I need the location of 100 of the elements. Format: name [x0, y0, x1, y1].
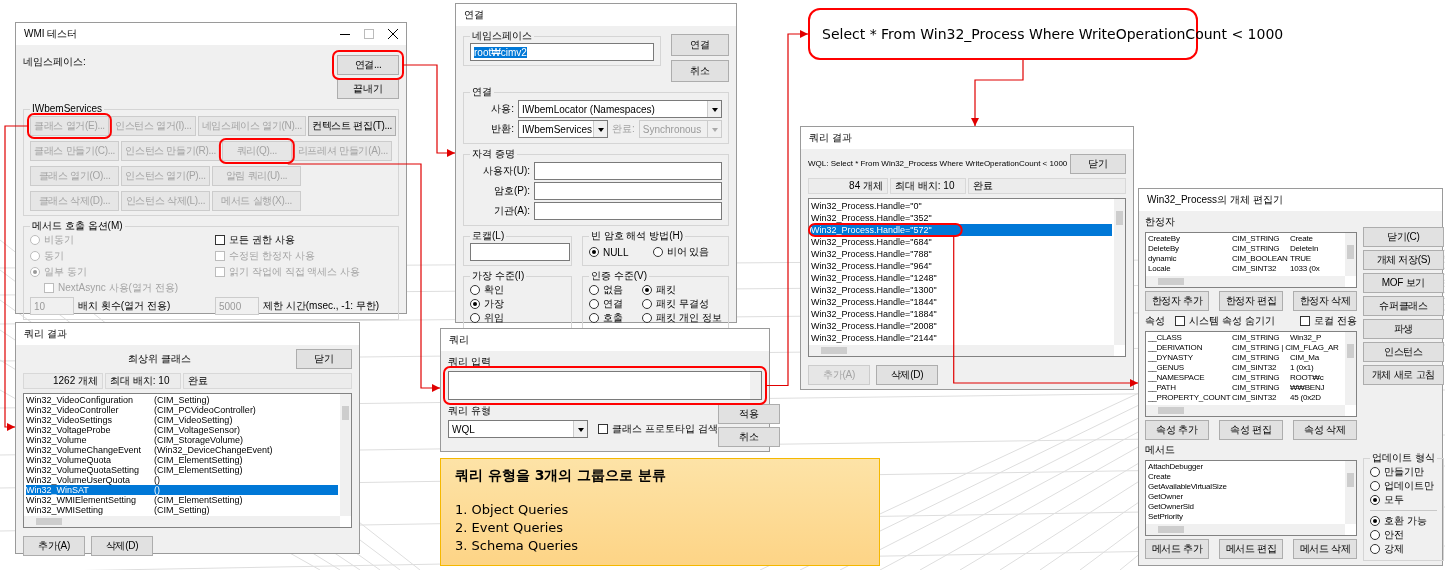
radio-button[interactable]: [642, 313, 653, 323]
scrollbar[interactable]: [1146, 524, 1345, 535]
radio-button[interactable]: [588, 299, 599, 309]
scrollbar[interactable]: [1345, 461, 1356, 524]
text-field[interactable]: [534, 202, 722, 220]
dialog-button[interactable]: 취소: [671, 60, 729, 82]
list-item[interactable]: Win32_Process.Handle="0": [811, 200, 1112, 212]
radio-button[interactable]: [470, 285, 480, 295]
dialog-button[interactable]: 개체 새로 고침: [1363, 365, 1444, 385]
dialog-button[interactable]: 한정자 추가: [1145, 291, 1209, 311]
list-item[interactable]: Win32_WinSAT (): [26, 485, 338, 495]
radio-button[interactable]: [588, 313, 599, 323]
list-item[interactable]: dynamic CIM_BOOLEAN TRUE: [1148, 254, 1343, 264]
dialog-button[interactable]: 메서드 삭제: [1293, 539, 1357, 559]
list-item[interactable]: __CLASS CIM_STRING Win32_P: [1148, 333, 1343, 343]
close-button[interactable]: 닫기: [1070, 153, 1126, 174]
dropdown[interactable]: IWbemLocator (Namespaces): [518, 100, 722, 118]
scrollbar[interactable]: [1114, 199, 1125, 345]
dialog-button[interactable]: 메서드 편집: [1219, 539, 1283, 559]
list-item[interactable]: __NAMESPACE CIM_STRING ROOT₩c: [1148, 373, 1343, 383]
list-item[interactable]: Win32_Process.Handle="1248": [811, 272, 1112, 284]
list-item[interactable]: Win32_Process.Handle="572": [811, 224, 1112, 236]
list-item[interactable]: Create: [1148, 472, 1343, 482]
dialog-button[interactable]: 속성 편집: [1219, 420, 1283, 440]
dialog-button[interactable]: 삭제(D): [876, 365, 938, 385]
list-item[interactable]: Win32_VideoSettings (CIM_VideoSetting): [26, 415, 338, 425]
radio-button[interactable]: [642, 299, 653, 309]
scrollbar[interactable]: [24, 516, 340, 527]
list-item[interactable]: Win32_VoltageProbe (CIM_VoltageSensor): [26, 425, 338, 435]
radio-button[interactable]: [470, 299, 480, 309]
list-item[interactable]: Win32_Process.Handle="684": [811, 236, 1112, 248]
dialog-button[interactable]: 인스턴스: [1363, 342, 1444, 362]
list-item[interactable]: Win32_WMIElementSetting (CIM_ElementSetting): [26, 495, 338, 505]
list-item[interactable]: GetOwner: [1148, 492, 1343, 502]
list-item[interactable]: Win32_VolumeChangeEvent (Win32_DeviceChangeEvent): [26, 445, 338, 455]
dialog-button[interactable]: 한정자 편집: [1219, 291, 1283, 311]
dropdown[interactable]: IWbemServices: [518, 120, 608, 138]
list-item[interactable]: __DERIVATION CIM_STRING | CIM_FLAG_AR: [1148, 343, 1343, 353]
dialog-button[interactable]: 메서드 추가: [1145, 539, 1209, 559]
dialog-button[interactable]: MOF 보기: [1363, 273, 1444, 293]
dropdown[interactable]: WQL: [448, 420, 588, 438]
list-item[interactable]: Win32_WMISetting (CIM_Setting): [26, 505, 338, 515]
scrollbar[interactable]: [1146, 405, 1345, 416]
list-item[interactable]: GetOwnerSid: [1148, 502, 1343, 512]
dialog-button[interactable]: 닫기(C): [1363, 227, 1444, 247]
dialog-button[interactable]: 적용: [717, 404, 780, 424]
list-item[interactable]: Win32_Process.Handle="352": [811, 212, 1112, 224]
checkbox[interactable]: [1300, 316, 1311, 326]
list-item[interactable]: Win32_VideoConfiguration (CIM_Setting): [26, 395, 338, 405]
command-button[interactable]: 컨텍스트 편집(T)...: [308, 116, 396, 136]
radio-button[interactable]: [588, 247, 599, 257]
dialog-button[interactable]: 개체 저장(S): [1363, 250, 1444, 270]
radio-button[interactable]: [1370, 516, 1380, 526]
list-item[interactable]: Win32_Process.Handle="788": [811, 248, 1112, 260]
list-item[interactable]: GetAvailableVirtualSize: [1148, 482, 1343, 492]
list-item[interactable]: __PATH CIM_STRING ₩₩BENJ: [1148, 383, 1343, 393]
list-item[interactable]: CreateBy CIM_STRING Create: [1148, 234, 1343, 244]
dialog-button[interactable]: 끝내기: [337, 79, 399, 99]
list-item[interactable]: Win32_Volume (CIM_StorageVolume): [26, 435, 338, 445]
close-button[interactable]: 닫기: [296, 349, 352, 369]
list-item[interactable]: Win32_VolumeQuota (CIM_ElementSetting): [26, 455, 338, 465]
text-field[interactable]: [534, 182, 722, 200]
radio-button[interactable]: [652, 247, 663, 257]
list-item[interactable]: Win32_VolumeQuotaSetting (CIM_ElementSetting): [26, 465, 338, 475]
namespace-field[interactable]: root₩cimv2: [470, 43, 654, 61]
list-item[interactable]: Win32_VolumeUserQuota (): [26, 475, 338, 485]
dialog-button[interactable]: 슈퍼클래스: [1363, 296, 1444, 316]
scrollbar[interactable]: [1345, 233, 1356, 276]
checkbox[interactable]: [1175, 316, 1185, 326]
radio-button[interactable]: [470, 313, 480, 323]
scrollbar[interactable]: [1146, 276, 1345, 287]
dialog-button[interactable]: 속성 삭제: [1293, 420, 1357, 440]
list-item[interactable]: Win32_Process.Handle="2144": [811, 332, 1112, 344]
list-item[interactable]: __DYNASTY CIM_STRING CIM_Ma: [1148, 353, 1343, 363]
dialog-button[interactable]: 추가(A): [23, 536, 85, 556]
list-item[interactable]: Win32_VideoController (CIM_PCVideoController): [26, 405, 338, 415]
list-item[interactable]: __GENUS CIM_SINT32 1 (0x1): [1148, 363, 1343, 373]
scrollbar[interactable]: [1345, 332, 1356, 405]
radio-button[interactable]: [1370, 544, 1380, 554]
dialog-button[interactable]: 삭제(D): [91, 536, 153, 556]
checkbox[interactable]: [598, 424, 608, 434]
checkbox[interactable]: [215, 235, 225, 245]
list-item[interactable]: Win32_Process.Handle="1884": [811, 308, 1112, 320]
dialog-button[interactable]: 연결...: [337, 55, 399, 75]
scrollbar[interactable]: [340, 394, 351, 516]
text-field[interactable]: [534, 162, 722, 180]
radio-button[interactable]: [1370, 481, 1380, 491]
list-item[interactable]: Win32_Process.Handle="1844": [811, 296, 1112, 308]
list-item[interactable]: __PROPERTY_COUNT CIM_SINT32 45 (0x2D: [1148, 393, 1343, 403]
list-item[interactable]: Win32_Process.Handle="1300": [811, 284, 1112, 296]
dialog-button[interactable]: 취소: [717, 427, 780, 447]
list-item[interactable]: DeleteBy CIM_STRING DeleteIn: [1148, 244, 1343, 254]
dialog-button[interactable]: 속성 추가: [1145, 420, 1209, 440]
list-item[interactable]: AttachDebugger: [1148, 462, 1343, 472]
dialog-button[interactable]: 한정자 삭제: [1293, 291, 1357, 311]
radio-button[interactable]: [1370, 530, 1380, 540]
list-item[interactable]: Win32_Process.Handle="2008": [811, 320, 1112, 332]
dialog-button[interactable]: 파생: [1363, 319, 1444, 339]
radio-button[interactable]: [1370, 467, 1380, 477]
list-item[interactable]: Locale CIM_SINT32 1033 (0x: [1148, 264, 1343, 274]
